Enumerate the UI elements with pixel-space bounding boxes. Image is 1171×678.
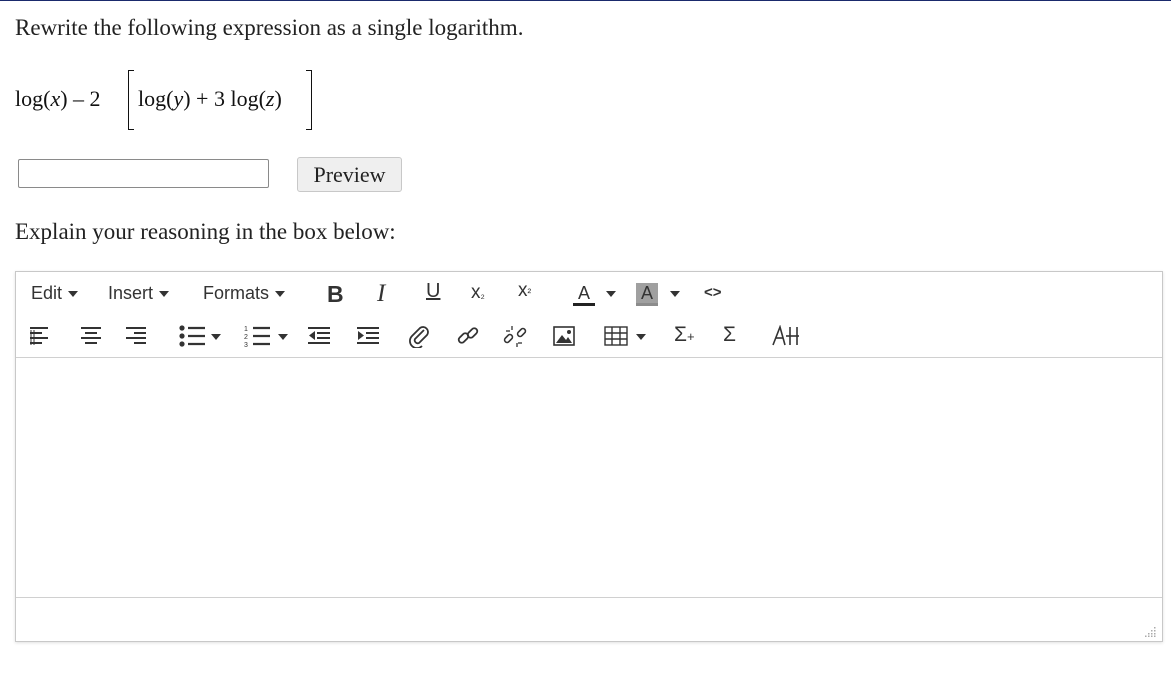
underline-button[interactable]: U: [426, 280, 440, 303]
image-icon[interactable]: [553, 326, 575, 346]
right-bracket: [306, 70, 312, 130]
chevron-down-icon[interactable]: [606, 291, 616, 297]
menu-insert[interactable]: Insert: [108, 283, 170, 304]
svg-text:2: 2: [244, 334, 248, 341]
question-prompt: Rewrite the following expression as a si…: [15, 15, 524, 40]
chevron-down-icon[interactable]: [211, 334, 221, 340]
align-center-icon[interactable]: [81, 326, 101, 346]
subscript-label: x: [471, 282, 481, 303]
insert-math-icon[interactable]: Σ+: [674, 323, 695, 347]
outdent-icon[interactable]: [308, 326, 330, 346]
chemistry-icon[interactable]: [771, 325, 799, 347]
resize-handle-icon[interactable]: [1144, 624, 1156, 637]
italic-button[interactable]: I: [377, 280, 385, 308]
sigma-icon[interactable]: Σ: [723, 323, 736, 347]
chevron-down-icon[interactable]: [278, 334, 288, 340]
explain-label: Explain your reasoning in the box below:: [15, 219, 396, 244]
table-icon[interactable]: [604, 326, 628, 346]
expr-log-y-open: log(: [138, 86, 174, 111]
left-bracket: [128, 70, 134, 130]
menu-edit-label: Edit: [31, 283, 63, 303]
expr-var-y: y: [173, 86, 184, 111]
indent-icon[interactable]: [357, 326, 379, 346]
expr-log-x-open: log(: [15, 86, 51, 111]
menu-insert-label: Insert: [108, 283, 154, 303]
chevron-down-icon: [159, 291, 170, 298]
text-color-swatch: [573, 303, 595, 306]
unlink-icon[interactable]: [503, 324, 527, 348]
superscript-mark: ²: [527, 287, 532, 299]
menu-formats[interactable]: Formats: [203, 283, 286, 304]
answer-input[interactable]: [18, 159, 269, 188]
editor-statusbar: [16, 597, 1162, 642]
menu-edit[interactable]: Edit: [31, 283, 79, 304]
math-expression: log(x) – 2 log(y) + 3 log(z): [15, 66, 345, 132]
bullet-list-icon[interactable]: [179, 325, 205, 347]
background-color-button[interactable]: A: [636, 283, 658, 306]
plus-mark: +: [686, 329, 695, 344]
attachment-icon[interactable]: [409, 324, 431, 348]
align-right-icon[interactable]: [126, 326, 146, 346]
editor-menubar: Edit Insert Formats B I U x₂ x² A A <>: [16, 272, 1162, 316]
background-color-label: A: [640, 283, 653, 303]
top-divider: [0, 0, 1171, 1]
align-left-icon[interactable]: [30, 326, 48, 346]
rich-text-editor: Edit Insert Formats B I U x₂ x² A A <> 1…: [15, 271, 1163, 642]
source-code-button[interactable]: <>: [704, 284, 722, 301]
preview-button[interactable]: Preview: [297, 157, 402, 192]
expr-var-x: x: [50, 86, 61, 111]
superscript-button[interactable]: x²: [518, 280, 531, 302]
expr-minus-two: ) – 2: [60, 86, 101, 111]
background-color-swatch: [636, 303, 658, 306]
text-color-label: A: [577, 283, 590, 303]
chevron-down-icon[interactable]: [636, 334, 646, 340]
text-color-button[interactable]: A: [573, 283, 595, 306]
expr-plus-three-log: ) + 3 log(: [183, 86, 266, 111]
sigma-plus-label: Σ: [674, 323, 687, 346]
editor-content-area[interactable]: [16, 358, 1162, 597]
svg-text:3: 3: [244, 342, 248, 348]
superscript-label: x: [518, 280, 528, 301]
subscript-button[interactable]: x₂: [471, 282, 485, 304]
numbered-list-icon[interactable]: 123: [244, 324, 270, 348]
chevron-down-icon[interactable]: [670, 291, 680, 297]
chevron-down-icon: [275, 291, 286, 298]
subscript-mark: ₂: [480, 289, 485, 301]
bold-button[interactable]: B: [327, 281, 344, 308]
link-icon[interactable]: [456, 324, 480, 348]
svg-text:1: 1: [244, 326, 248, 333]
chevron-down-icon: [68, 291, 79, 298]
menu-formats-label: Formats: [203, 283, 270, 303]
expr-close: ): [274, 86, 282, 111]
